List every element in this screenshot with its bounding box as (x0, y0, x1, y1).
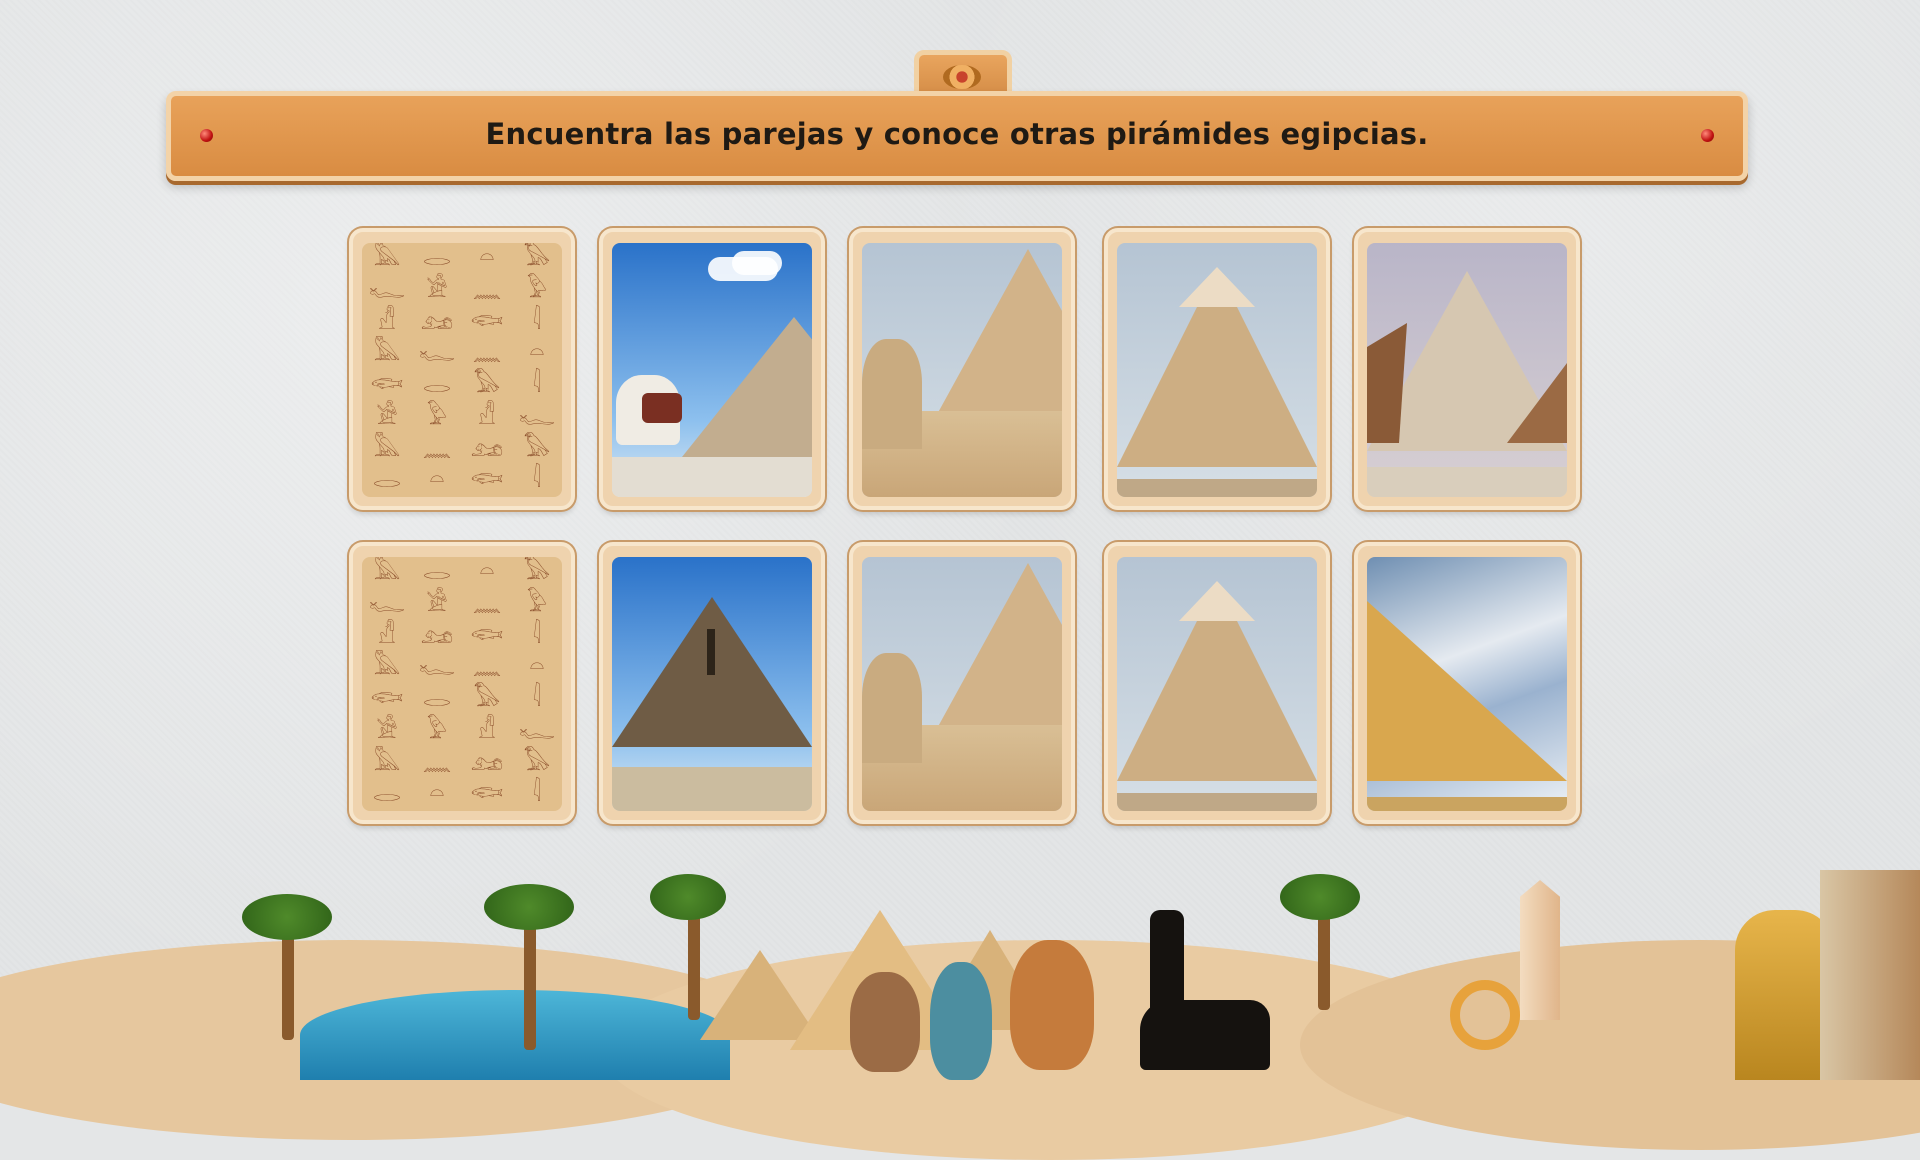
ankh-icon (1450, 980, 1520, 1050)
hieroglyph-pattern: 𓅓𓂋𓏏𓅃 𓆑𓀀𓈖𓅱 𓀭𓃭𓆟𓇋 𓅓𓆑𓈖𓏏 𓆟𓂋𓅃𓇋 𓀀𓅱𓀭𓆑 𓅓𓈖𓃭𓅃 𓂋𓏏𓆟𓇋 (368, 557, 556, 808)
column (1820, 870, 1920, 1080)
instruction-banner: Encuentra las parejas y conoce otras pir… (166, 91, 1748, 181)
memory-card-9[interactable] (1104, 542, 1330, 824)
sphinx-pyramid-image (862, 243, 1062, 497)
memory-card-8[interactable] (849, 542, 1075, 824)
anubis-statue (1140, 1000, 1270, 1070)
vase-icon (1010, 940, 1094, 1070)
sphinx-pyramid-image (862, 557, 1062, 811)
scarab-icon (943, 65, 981, 89)
obelisk (1520, 880, 1560, 1020)
vase-icon (930, 962, 992, 1080)
egypt-scenery (0, 850, 1920, 1160)
oasis (300, 990, 730, 1080)
memory-card-1[interactable]: 𓅓𓂋𓏏𓅃 𓆑𓀀𓈖𓅱 𓀭𓃭𓆟𓇋 𓅓𓆑𓈖𓏏 𓆟𓂋𓅃𓇋 𓀀𓅱𓀭𓆑 𓅓𓈖𓃭𓅃 𓂋𓏏𓆟𓇋 (349, 228, 575, 510)
memory-card-6[interactable]: 𓅓𓂋𓏏𓅃 𓆑𓀀𓈖𓅱 𓀭𓃭𓆟𓇋 𓅓𓆑𓈖𓏏 𓆟𓂋𓅃𓇋 𓀀𓅱𓀭𓆑 𓅓𓈖𓃭𓅃 𓂋𓏏𓆟𓇋 (349, 542, 575, 824)
khafre-pyramid-image (1117, 557, 1317, 811)
memory-card-5[interactable] (1354, 228, 1580, 510)
vase-icon (850, 972, 920, 1072)
menkaure-pyramid-image (612, 557, 812, 811)
khafre-pyramid-image (1117, 243, 1317, 497)
memory-card-2[interactable] (599, 228, 825, 510)
memory-card-4[interactable] (1104, 228, 1330, 510)
hieroglyph-pattern: 𓅓𓂋𓏏𓅃 𓆑𓀀𓈖𓅱 𓀭𓃭𓆟𓇋 𓅓𓆑𓈖𓏏 𓆟𓂋𓅃𓇋 𓀀𓅱𓀭𓆑 𓅓𓈖𓃭𓅃 𓂋𓏏𓆟𓇋 (368, 243, 556, 494)
memory-card-10[interactable] (1354, 542, 1580, 824)
step-pyramid-image (612, 243, 812, 497)
bent-pyramid-image (1367, 243, 1567, 497)
memory-card-3[interactable] (849, 228, 1075, 510)
memory-card-7[interactable] (599, 542, 825, 824)
great-pyramid-image (1367, 557, 1567, 811)
instruction-text: Encuentra las parejas y conoce otras pir… (485, 117, 1429, 151)
